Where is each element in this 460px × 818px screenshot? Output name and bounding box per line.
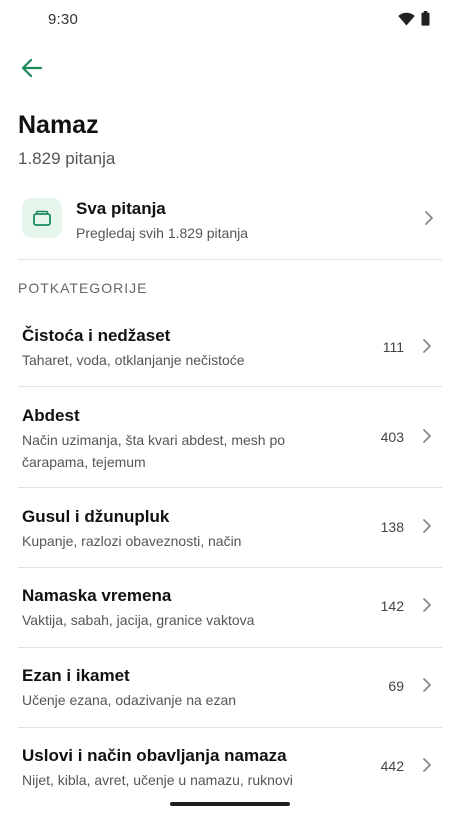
chevron-right-icon (422, 677, 432, 698)
subcategory-row[interactable]: Namaska vremena Vaktija, sabah, jacija, … (18, 568, 442, 648)
subcategory-description: Vaktija, sabah, jacija, granice vaktova (22, 612, 255, 628)
status-time: 9:30 (48, 11, 78, 28)
back-button[interactable] (14, 55, 50, 85)
subcategory-count: 111 (382, 339, 404, 355)
all-questions-title: Sva pitanja (76, 199, 166, 218)
wifi-icon (398, 12, 415, 26)
subcategory-row[interactable]: Gusul i džunupluk Kupanje, razlozi obave… (18, 488, 442, 568)
battery-icon (421, 11, 430, 26)
all-questions-description: Pregledaj svih 1.829 pitanja (76, 225, 249, 241)
subcategory-row[interactable]: Čistoća i nedžaset Taharet, voda, otklan… (18, 306, 442, 387)
subcategory-title: Uslovi i način obavljanja namaza (22, 746, 287, 765)
subcategory-row[interactable]: Uslovi i način obavljanja namaza Nijet, … (18, 728, 442, 800)
subcategory-count: 142 (380, 598, 404, 614)
subcategory-row[interactable]: Ezan i ikamet Učenje ezana, odazivanje n… (18, 648, 442, 728)
all-questions-item[interactable]: Sva pitanja Pregledaj svih 1.829 pitanja (18, 190, 442, 260)
subcategory-row[interactable]: Abdest Način uzimanja, šta kvari abdest,… (18, 387, 442, 488)
folder-icon (22, 198, 62, 238)
status-icons (398, 11, 430, 26)
section-label: POTKATEGORIJE (18, 280, 148, 296)
subcategory-title: Abdest (22, 406, 80, 425)
subcategory-count: 138 (380, 519, 404, 535)
chevron-right-icon (422, 597, 432, 618)
arrow-left-icon (21, 58, 43, 83)
subcategory-description: Nijet, kibla, avret, učenje u namazu, ru… (22, 772, 293, 788)
subcategory-description: Kupanje, razlozi obaveznosti, način (22, 533, 242, 549)
subcategory-title: Ezan i ikamet (22, 666, 130, 685)
chevron-right-icon (422, 338, 432, 359)
subcategory-title: Gusul i džunupluk (22, 507, 170, 526)
subcategory-count: 442 (380, 758, 404, 774)
subcategory-title: Čistoća i nedžaset (22, 326, 171, 345)
subcategory-description: Učenje ezana, odazivanje na ezan (22, 692, 237, 708)
subcategory-description: Način uzimanja, šta kvari abdest, mesh p… (22, 432, 286, 470)
home-indicator[interactable] (170, 802, 290, 806)
chevron-right-icon (422, 518, 432, 539)
page-subtitle: 1.829 pitanja (18, 149, 116, 168)
subcategory-description: Taharet, voda, otklanjanje nečistoće (22, 352, 245, 368)
subcategory-title: Namaska vremena (22, 586, 172, 605)
subcategory-count: 403 (380, 429, 404, 445)
chevron-right-icon (424, 210, 434, 231)
chevron-right-icon (422, 757, 432, 778)
status-bar: 9:30 (0, 0, 460, 40)
chevron-right-icon (422, 428, 432, 449)
subcategory-count: 69 (388, 678, 404, 694)
page-title: Namaz (18, 111, 99, 139)
